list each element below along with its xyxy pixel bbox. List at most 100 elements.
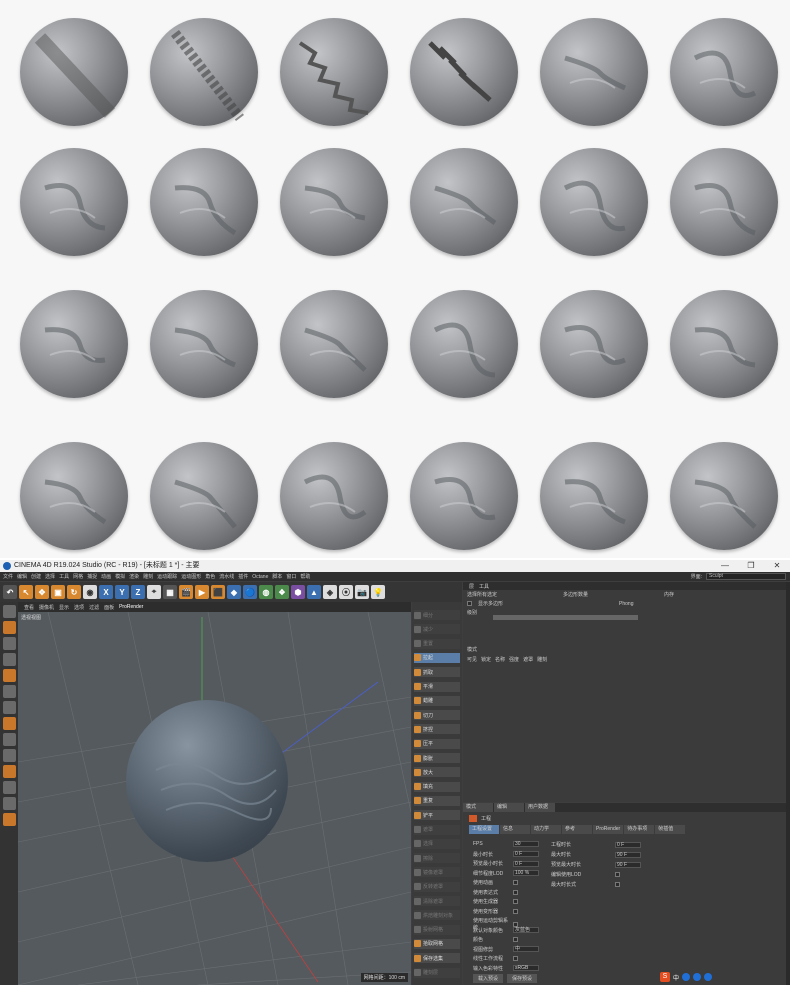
attribute-value[interactable]: 0 F bbox=[615, 841, 641, 848]
left-tool-button[interactable] bbox=[2, 765, 16, 778]
left-tool-button[interactable] bbox=[2, 605, 16, 618]
toolbar-button[interactable]: ◉ bbox=[83, 585, 97, 599]
attribute-value[interactable]: 90 F bbox=[615, 861, 641, 868]
brush-21[interactable]: 烘焙雕刻对象 bbox=[414, 910, 460, 921]
toolbar-button[interactable]: ⬢ bbox=[291, 585, 305, 599]
brush-7[interactable]: 切刀 bbox=[414, 710, 460, 721]
brush-12[interactable]: 填充 bbox=[414, 781, 460, 792]
attribute-checkbox[interactable] bbox=[513, 956, 518, 961]
brush-24[interactable]: 保存选集 bbox=[414, 953, 460, 964]
menu-item[interactable]: 帮助 bbox=[300, 573, 310, 580]
attribute-checkbox[interactable] bbox=[513, 899, 518, 904]
brush-15[interactable]: 遮罩 bbox=[414, 824, 460, 835]
brush-2[interactable]: 重置 bbox=[414, 638, 460, 649]
ime-language-label[interactable]: 中 bbox=[673, 973, 679, 982]
menu-item[interactable]: 工具 bbox=[59, 573, 69, 580]
perspective-viewport[interactable]: 透视视图 网格间距：100 cm bbox=[18, 612, 411, 985]
brush-11[interactable]: 放大 bbox=[414, 767, 460, 778]
brush-13[interactable]: 重复 bbox=[414, 795, 460, 806]
emoji-icon[interactable] bbox=[682, 973, 691, 981]
attribute-value[interactable]: 0 F bbox=[513, 851, 539, 857]
menu-item[interactable]: 渲染 bbox=[129, 573, 139, 580]
toolbar-button[interactable]: ✥ bbox=[35, 585, 49, 599]
attribute-tab[interactable]: 待办事项 bbox=[624, 825, 655, 834]
toolbar-button[interactable]: ◆ bbox=[227, 585, 241, 599]
level-slider[interactable] bbox=[493, 615, 638, 620]
maximize-button[interactable]: ❐ bbox=[738, 560, 764, 572]
show-polygons-checkbox[interactable] bbox=[467, 601, 472, 606]
brush-6[interactable]: 蜡雕 bbox=[414, 695, 460, 706]
menu-item[interactable]: 插件 bbox=[238, 573, 248, 580]
menu-item[interactable]: 网格 bbox=[73, 573, 83, 580]
brush-16[interactable]: 选择 bbox=[414, 838, 460, 849]
left-tool-button[interactable] bbox=[2, 749, 16, 762]
attribute-tab[interactable]: 帧插值 bbox=[655, 825, 686, 834]
menu-item[interactable]: 运动跟踪 bbox=[157, 573, 177, 580]
save-preset-button[interactable]: 保存预设 bbox=[507, 974, 538, 983]
attribute-menu-item[interactable]: 模式 bbox=[463, 803, 493, 812]
attribute-checkbox[interactable] bbox=[513, 937, 518, 942]
attribute-checkbox[interactable] bbox=[513, 880, 518, 885]
tools-tab[interactable]: 工具 bbox=[479, 583, 489, 590]
left-tool-button[interactable] bbox=[2, 813, 16, 826]
toolbar-button[interactable]: 🎬 bbox=[179, 585, 193, 599]
left-tool-button[interactable] bbox=[2, 797, 16, 810]
toolbar-button[interactable]: ↶ bbox=[3, 585, 17, 599]
brush-23[interactable]: 拾取网格 bbox=[414, 938, 460, 949]
menu-item[interactable]: 运动图形 bbox=[181, 573, 201, 580]
brush-22[interactable]: 投射网格 bbox=[414, 924, 460, 935]
sogou-icon[interactable]: S bbox=[660, 972, 670, 982]
attribute-value[interactable]: 灰蓝色 bbox=[513, 927, 539, 933]
menu-item[interactable]: 编辑 bbox=[17, 573, 27, 580]
layer-column-header[interactable]: 名称 bbox=[495, 656, 505, 663]
attribute-value[interactable]: 30 bbox=[513, 841, 539, 847]
toolbar-button[interactable]: ▶ bbox=[195, 585, 209, 599]
toolbar-button[interactable]: ▣ bbox=[51, 585, 65, 599]
attribute-menu-item[interactable]: 用户数据 bbox=[525, 803, 555, 812]
brush-5[interactable]: 平滑 bbox=[414, 681, 460, 692]
toolbar-button[interactable]: 🔵 bbox=[243, 585, 257, 599]
menu-item[interactable]: 角色 bbox=[205, 573, 215, 580]
left-tool-button[interactable] bbox=[2, 621, 16, 634]
brush-8[interactable]: 挤捏 bbox=[414, 724, 460, 735]
minimize-button[interactable]: — bbox=[712, 560, 738, 572]
toolbar-button[interactable]: X bbox=[99, 585, 113, 599]
attribute-value[interactable]: 90 F bbox=[615, 851, 641, 858]
brush-17[interactable]: 擦除 bbox=[414, 853, 460, 864]
prorender-menu[interactable]: ProRender bbox=[119, 604, 143, 610]
layer-column-header[interactable]: 可见 bbox=[467, 656, 477, 663]
layout-select[interactable]: Sculpt bbox=[706, 573, 786, 580]
menu-item[interactable]: 创建 bbox=[31, 573, 41, 580]
left-tool-button[interactable] bbox=[2, 685, 16, 698]
brush-4[interactable]: 抓取 bbox=[414, 667, 460, 678]
menu-item[interactable]: 文件 bbox=[3, 573, 13, 580]
left-tool-button[interactable] bbox=[2, 781, 16, 794]
load-preset-button[interactable]: 载入预设 bbox=[473, 974, 504, 983]
attribute-checkbox[interactable] bbox=[615, 872, 620, 877]
toolbar-button[interactable]: Y bbox=[115, 585, 129, 599]
toolbar-button[interactable]: ↖ bbox=[19, 585, 33, 599]
left-tool-button[interactable] bbox=[2, 669, 16, 682]
attribute-checkbox[interactable] bbox=[615, 882, 620, 887]
attribute-value[interactable]: 100 % bbox=[513, 870, 539, 876]
attribute-value[interactable]: 0 F bbox=[513, 860, 539, 867]
menu-item[interactable]: 动画 bbox=[101, 573, 111, 580]
left-tool-button[interactable] bbox=[2, 637, 16, 650]
brush-19[interactable]: 反转遮罩 bbox=[414, 881, 460, 892]
toolbar-button[interactable]: ⬛ bbox=[211, 585, 225, 599]
mic-icon[interactable] bbox=[693, 973, 702, 981]
menu-item[interactable]: 窗口 bbox=[286, 573, 296, 580]
menu-item[interactable]: 雕刻 bbox=[143, 573, 153, 580]
viewport-menu-item[interactable]: 选项 bbox=[74, 604, 84, 611]
brush-0[interactable]: 细分 bbox=[414, 610, 460, 620]
attribute-checkbox[interactable] bbox=[513, 908, 518, 914]
brush-10[interactable]: 膨胀 bbox=[414, 753, 460, 763]
toolbar-button[interactable]: 📷 bbox=[355, 585, 369, 599]
layer-column-header[interactable]: 锁定 bbox=[481, 656, 491, 663]
menu-item[interactable]: 脚本 bbox=[272, 573, 282, 580]
attribute-menu-item[interactable]: 编辑 bbox=[494, 803, 524, 812]
brush-20[interactable]: 清除遮罩 bbox=[414, 896, 460, 906]
brush-3[interactable]: 拉起 bbox=[414, 652, 460, 663]
toolbar-button[interactable]: ↻ bbox=[67, 585, 81, 599]
toolbar-button[interactable]: ▲ bbox=[307, 585, 321, 599]
